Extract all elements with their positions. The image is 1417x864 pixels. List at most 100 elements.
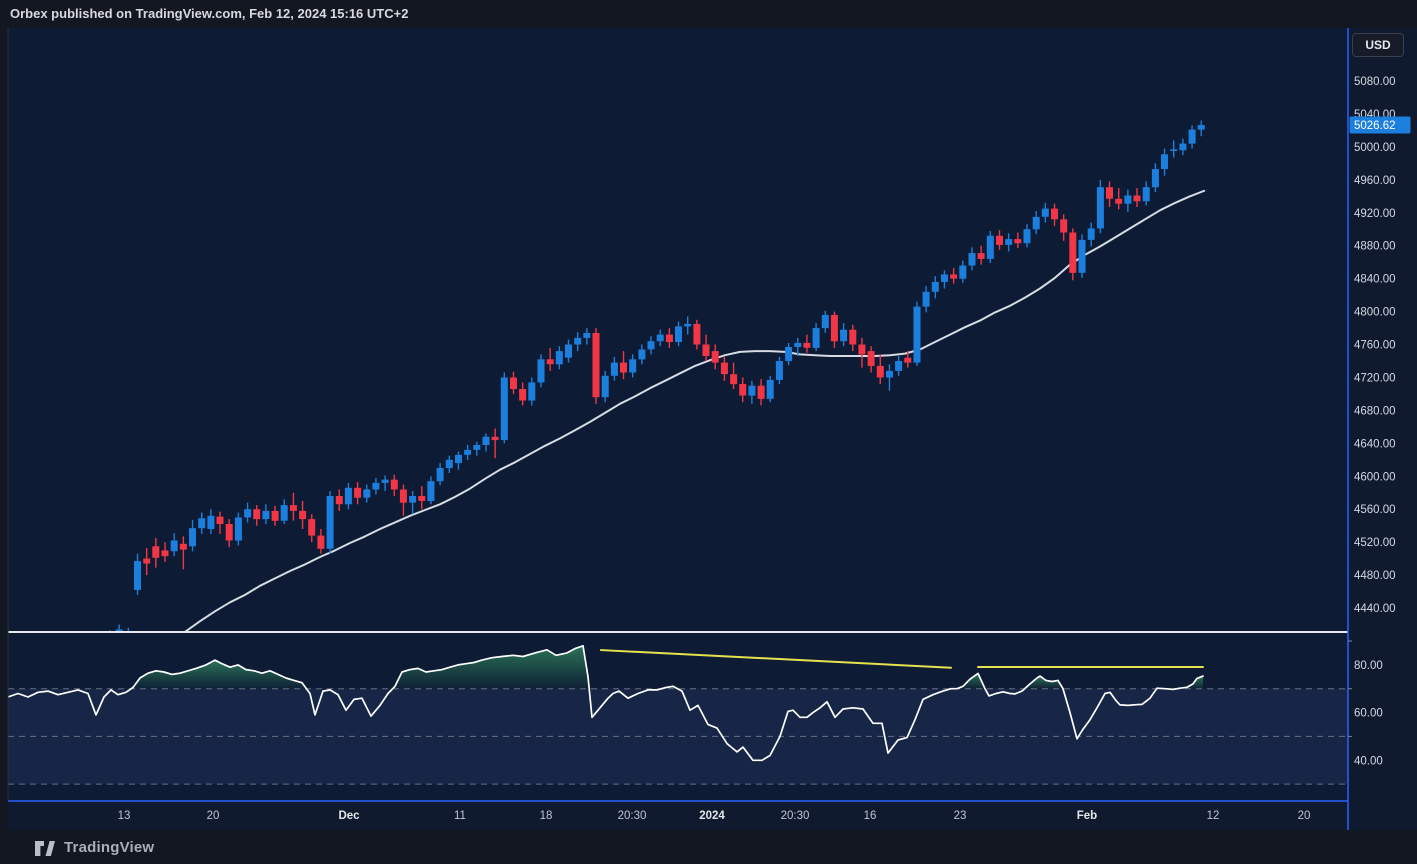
chart-canvas[interactable]: 5080.005040.005000.004960.004920.004880.… [0, 0, 1417, 864]
time-tick-label: Dec [338, 810, 360, 822]
tradingview-brand[interactable]: TradingView [64, 839, 154, 856]
candle-body [840, 330, 847, 342]
candle-body [648, 341, 655, 349]
price-tick-label: 4880.00 [1354, 241, 1396, 253]
candle-body [868, 351, 875, 366]
price-tick-label: 4840.00 [1354, 274, 1396, 286]
candle-body [914, 307, 921, 363]
footer-bar: TradingView [0, 830, 1417, 864]
candle-body [244, 509, 251, 517]
candle-body [1115, 199, 1122, 204]
rsi-tick-label: 40.00 [1354, 755, 1383, 767]
candle-body [849, 330, 856, 345]
candle-body [1060, 219, 1067, 232]
candle-body [1033, 217, 1040, 229]
candle-body [483, 437, 490, 445]
candle-body [969, 253, 976, 265]
candle-body [510, 378, 517, 390]
candle-body [528, 382, 535, 400]
candle-body [437, 468, 444, 481]
candle-body [1051, 209, 1058, 220]
price-tick-label: 4440.00 [1354, 603, 1396, 615]
candle-body [446, 460, 453, 468]
candle-body [703, 345, 710, 357]
candle-body [923, 292, 930, 307]
candle-body [1014, 239, 1021, 243]
candle-body [574, 338, 581, 345]
candle-body [1134, 196, 1141, 202]
price-tick-label: 5000.00 [1354, 142, 1396, 154]
time-tick-label: 11 [454, 810, 466, 822]
candle-body [226, 524, 233, 541]
time-tick-label: 2024 [699, 810, 725, 822]
candle-body [464, 450, 471, 455]
candle-body [262, 511, 269, 519]
candle-body [611, 363, 618, 376]
candle-body [932, 282, 939, 292]
candle-body [519, 389, 526, 401]
candle-body [363, 490, 370, 498]
time-tick-label: 12 [1207, 810, 1220, 822]
candle-body [1042, 209, 1049, 217]
candle-body [143, 559, 150, 564]
candle-body [583, 333, 590, 338]
candle-body [693, 324, 700, 345]
candle-body [904, 358, 911, 363]
candle-body [1161, 154, 1168, 169]
candle-body [1088, 228, 1095, 240]
price-tick-label: 5080.00 [1354, 76, 1396, 88]
candle-body [721, 363, 728, 375]
candle-body [748, 386, 755, 396]
price-tick-label: 4760.00 [1354, 340, 1396, 352]
candle-body [134, 561, 141, 590]
candle-body [547, 359, 554, 364]
candle-body [831, 315, 838, 341]
price-tick-label: 4480.00 [1354, 570, 1396, 582]
candle-body [1143, 187, 1150, 201]
candle-body [1097, 187, 1104, 228]
candle-body [308, 519, 315, 536]
candle-body [336, 496, 343, 504]
candle-body [941, 275, 948, 282]
price-tick-label: 4800.00 [1354, 307, 1396, 319]
candle-body [372, 483, 379, 490]
price-tick-label: 4520.00 [1354, 537, 1396, 549]
candle-body [281, 505, 288, 521]
candle-body [354, 488, 361, 498]
candle-body [1198, 125, 1205, 130]
price-tick-label: 4680.00 [1354, 405, 1396, 417]
candle-body [317, 536, 324, 549]
publish-info-text: Orbex published on TradingView.com, Feb … [10, 0, 408, 28]
candle-body [978, 253, 985, 259]
rsi-tick-label: 60.00 [1354, 708, 1383, 720]
tradingview-logo-icon[interactable] [34, 838, 56, 857]
candle-body [418, 496, 425, 501]
price-tick-label: 4720.00 [1354, 373, 1396, 385]
candle-body [767, 380, 774, 399]
candle-body [877, 366, 884, 378]
candle-body [556, 351, 563, 364]
candle-body [1152, 169, 1159, 187]
published-chart-page: Orbex published on TradingView.com, Feb … [0, 0, 1417, 864]
candle-body [492, 437, 499, 440]
candle-body [1179, 144, 1186, 151]
price-tick-label: 4960.00 [1354, 175, 1396, 187]
candle-body [299, 511, 306, 519]
candle-body [400, 490, 407, 503]
candle-body [180, 544, 187, 550]
publish-info-bar: Orbex published on TradingView.com, Feb … [0, 0, 1417, 28]
time-tick-label: 20:30 [781, 810, 810, 822]
candle-body [290, 505, 297, 511]
currency-button[interactable]: USD [1352, 33, 1404, 57]
price-tick-label: 4560.00 [1354, 504, 1396, 516]
price-tick-label: 4920.00 [1354, 208, 1396, 220]
time-tick-label: 18 [540, 810, 553, 822]
time-tick-label: 23 [954, 810, 967, 822]
candle-body [1005, 239, 1012, 245]
candle-body [253, 509, 260, 519]
candle-body [455, 455, 462, 463]
candle-body [409, 496, 416, 503]
candle-body [602, 376, 609, 397]
price-tick-label: 4600.00 [1354, 471, 1396, 483]
candle-body [620, 363, 627, 373]
